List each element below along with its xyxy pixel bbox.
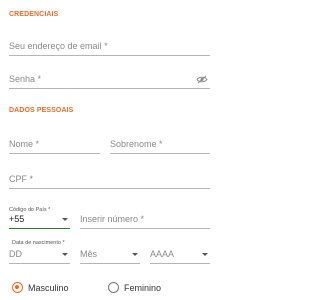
country-code-select[interactable]: +55 [9,212,70,229]
chevron-down-icon [202,253,208,256]
email-placeholder: Seu endereço de email * [9,41,108,51]
cpf-placeholder: CPF * [9,174,34,184]
radio-masculino[interactable] [12,282,23,293]
chevron-down-icon [62,253,68,256]
cpf-field[interactable]: CPF * [9,169,210,189]
day-value: DD [9,249,22,259]
day-select[interactable]: DD [9,246,70,264]
month-select[interactable]: Mês [80,246,140,264]
radio-label-masculino[interactable]: Masculino [28,283,69,293]
first-name-placeholder: Nome * [9,139,40,149]
phone-placeholder: Inserir número * [80,214,145,224]
last-name-placeholder: Sobrenome * [110,139,163,149]
radio-label-feminino[interactable]: Feminino [124,283,161,293]
year-value: AAAA [150,249,175,259]
email-field[interactable]: Seu endereço de email * [9,36,210,56]
credentials-section-title: CREDENCIAIS [9,11,59,18]
password-placeholder: Senha * [9,74,42,84]
personal-section-title: DADOS PESSOAIS [9,107,74,114]
country-code-value: +55 [9,214,25,224]
year-select[interactable]: AAAA [150,246,210,264]
radio-feminino[interactable] [108,282,119,293]
chevron-down-icon [132,253,138,256]
eye-off-icon[interactable] [196,75,208,84]
last-name-field[interactable]: Sobrenome * [110,134,210,154]
month-value: Mês [80,249,98,259]
password-field[interactable]: Senha * [9,69,210,89]
first-name-field[interactable]: Nome * [9,134,100,154]
phone-field[interactable]: Inserir número * [80,212,210,229]
chevron-down-icon [62,218,68,221]
